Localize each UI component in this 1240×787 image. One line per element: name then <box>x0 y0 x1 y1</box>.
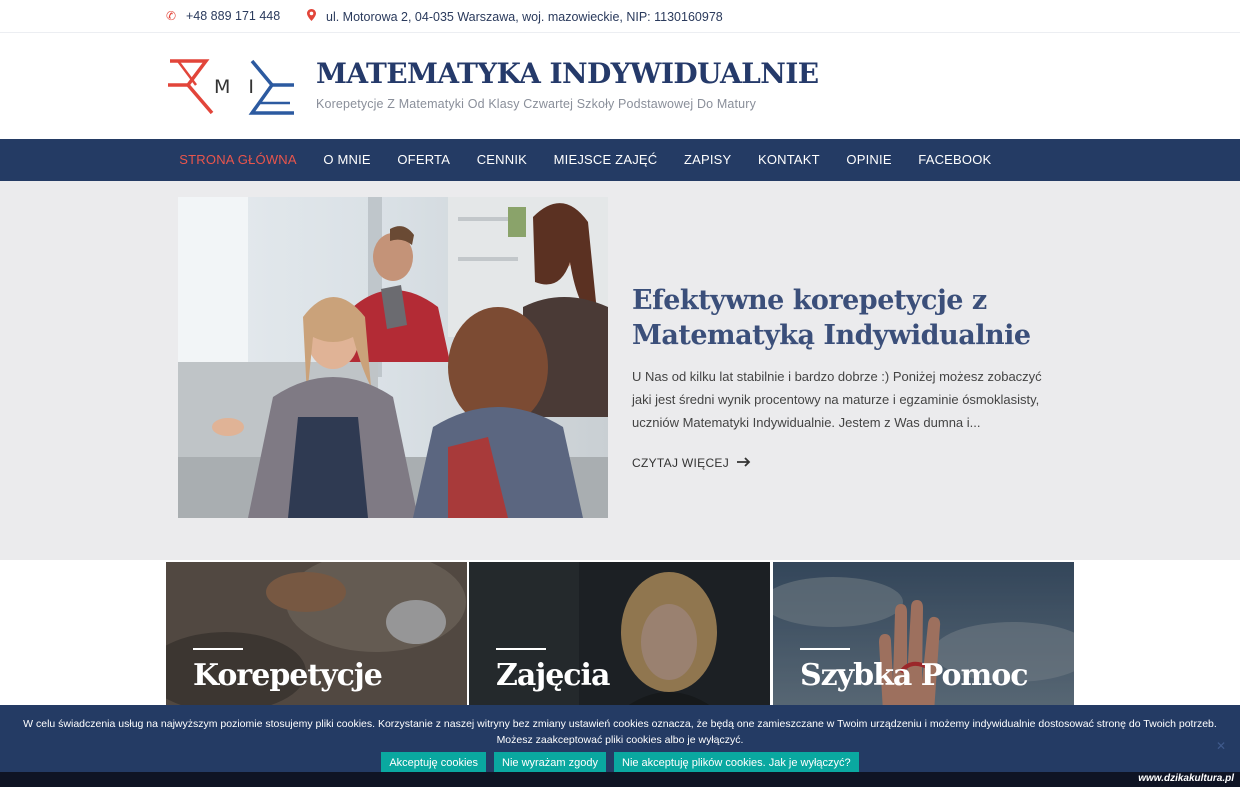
card-title: Zajęcia <box>496 658 610 693</box>
cookie-message-line-2: Możesz zaakceptować pliki cookies albo j… <box>496 734 744 746</box>
card-korepetycje[interactable]: Korepetycje <box>166 562 467 712</box>
site-header: M I MATEMATYKA INDYWIDUALNIE Korepetycje… <box>0 33 1240 139</box>
feature-cards: Korepetycje Zajęcia Szybka Pomoc <box>166 562 1074 712</box>
reject-cookies-button[interactable]: Nie wyrażam zgody <box>494 752 606 774</box>
read-more-label: CZYTAJ WIĘCEJ <box>632 456 730 470</box>
footer-strip <box>0 772 1240 787</box>
site-tagline: Korepetycje Z Matematyki Od Klasy Czwart… <box>316 97 756 111</box>
read-more-link[interactable]: CZYTAJ WIĘCEJ <box>632 456 751 470</box>
cookie-howto-button[interactable]: Nie akceptuję plików cookies. Jak je wył… <box>614 752 859 774</box>
phone-contact[interactable]: ✆ +48 889 171 448 <box>166 9 280 23</box>
cookie-message-line-1: W celu świadczenia usług na najwyższym p… <box>23 718 1217 730</box>
map-marker-icon <box>306 9 316 24</box>
nav-item-oferta[interactable]: OFERTA <box>384 139 463 181</box>
card-zajecia[interactable]: Zajęcia <box>469 562 770 712</box>
card-title: Szybka Pomoc <box>800 658 1029 693</box>
address-text: ul. Motorowa 2, 04-035 Warszawa, woj. ma… <box>326 9 723 24</box>
nav-item-o-mnie[interactable]: O MNIE <box>310 139 384 181</box>
logo-text: M I <box>214 76 260 98</box>
nav-item-cennik[interactable]: CENNIK <box>463 139 540 181</box>
cookie-buttons: Akceptuję cookies Nie wyrażam zgody Nie … <box>0 752 1240 774</box>
card-divider <box>800 648 850 650</box>
card-title: Korepetycje <box>193 658 383 693</box>
nav-item-kontakt[interactable]: KONTAKT <box>745 139 833 181</box>
watermark-text: www.dzikakultura.pl <box>1136 773 1236 784</box>
cookie-message: W celu świadczenia usług na najwyższym p… <box>0 716 1240 748</box>
card-divider <box>496 648 546 650</box>
phone-number: +48 889 171 448 <box>186 9 281 23</box>
arrow-right-icon <box>737 457 751 469</box>
nav-item-miejsce-zajec[interactable]: MIEJSCE ZAJĘĆ <box>540 139 670 181</box>
nav-item-strona-glowna[interactable]: STRONA GŁÓWNA <box>166 139 310 181</box>
site-title[interactable]: MATEMATYKA INDYWIDUALNIE <box>316 57 819 90</box>
site-logo[interactable]: M I <box>166 57 298 117</box>
nav-item-zapisy[interactable]: ZAPISY <box>671 139 745 181</box>
card-divider <box>193 648 243 650</box>
main-navigation: STRONA GŁÓWNA O MNIE OFERTA CENNIK MIEJSCE Z… <box>0 139 1240 181</box>
hero-title[interactable]: Efektywne korepetycje z Matematyką Indyw… <box>632 283 1052 353</box>
nav-menu: STRONA GŁÓWNA O MNIE OFERTA CENNIK MIEJSCE Z… <box>166 139 1005 181</box>
accept-cookies-button[interactable]: Akceptuję cookies <box>381 752 487 774</box>
card-szybka-pomoc[interactable]: Szybka Pomoc <box>773 562 1074 712</box>
nav-item-opinie[interactable]: OPINIE <box>833 139 905 181</box>
cookie-banner: W celu świadczenia usług na najwyższym p… <box>0 705 1240 774</box>
close-icon[interactable]: ✕ <box>1216 739 1226 753</box>
hero-image[interactable] <box>178 197 608 518</box>
hero-excerpt: U Nas od kilku lat stabilnie i bardzo do… <box>632 369 1042 430</box>
hero-section: Efektywne korepetycje z Matematyką Indyw… <box>0 181 1240 560</box>
top-bar: ✆ +48 889 171 448 ul. Motorowa 2, 04-035… <box>0 0 1240 33</box>
address-contact: ul. Motorowa 2, 04-035 Warszawa, woj. ma… <box>306 9 723 24</box>
nav-item-facebook[interactable]: FACEBOOK <box>905 139 1005 181</box>
phone-icon: ✆ <box>166 9 177 23</box>
